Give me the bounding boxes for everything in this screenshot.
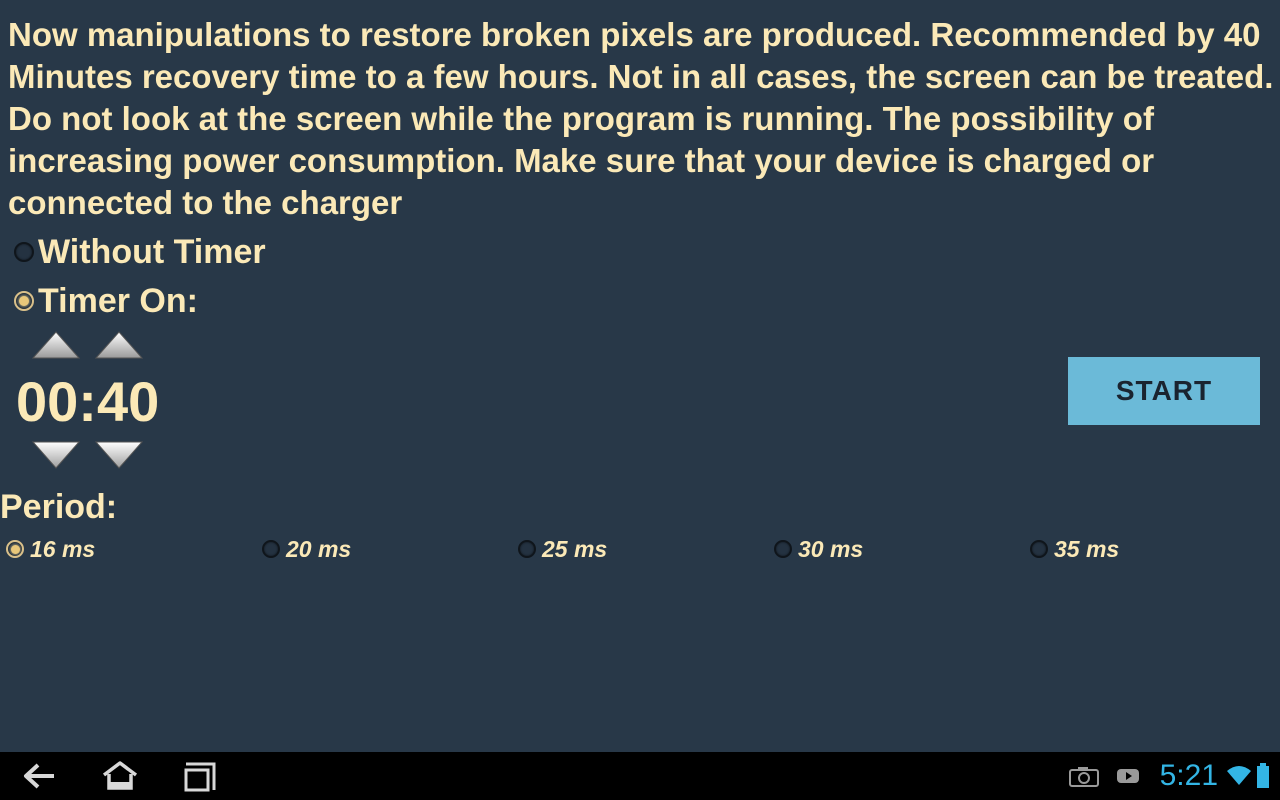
home-icon[interactable] — [96, 758, 144, 794]
timer-minutes[interactable]: 40 — [97, 370, 159, 434]
period-option-label: 35 ms — [1054, 535, 1120, 562]
timer-hours[interactable]: 00 — [16, 370, 78, 434]
minutes-up-arrow-icon[interactable] — [92, 326, 146, 366]
period-radio[interactable] — [1030, 540, 1048, 558]
status-clock: 5:21 — [1159, 759, 1218, 792]
period-option-label: 20 ms — [286, 535, 352, 562]
period-label: Period: — [0, 488, 118, 526]
period-radio[interactable] — [6, 540, 24, 558]
hours-up-arrow-icon[interactable] — [29, 326, 83, 366]
description-text: Now manipulations to restore broken pixe… — [8, 16, 1274, 221]
period-radio[interactable] — [774, 540, 792, 558]
period-option-20[interactable]: 20 ms — [262, 534, 351, 564]
period-options: 16 ms 20 ms 25 ms 30 ms 35 ms — [0, 534, 1280, 564]
status-area[interactable]: 5:21 — [1068, 752, 1270, 800]
period-option-35[interactable]: 35 ms — [1030, 534, 1119, 564]
camera-icon — [1068, 765, 1100, 787]
hours-down-arrow-icon[interactable] — [29, 434, 83, 474]
without-timer-option[interactable]: Without Timer — [14, 230, 266, 274]
period-option-label: 30 ms — [798, 535, 864, 562]
period-option-25[interactable]: 25 ms — [518, 534, 607, 564]
minutes-down-arrow-icon[interactable] — [92, 434, 146, 474]
period-radio[interactable] — [518, 540, 536, 558]
timer-on-radio[interactable] — [14, 291, 34, 311]
period-radio[interactable] — [262, 540, 280, 558]
back-icon[interactable] — [16, 758, 64, 794]
timer-separator: : — [78, 370, 97, 433]
period-option-label: 16 ms — [30, 535, 96, 562]
period-option-label: 25 ms — [542, 535, 608, 562]
period-option-30[interactable]: 30 ms — [774, 534, 863, 564]
period-option-16[interactable]: 16 ms — [6, 534, 95, 564]
timer-display[interactable]: 00 : 40 — [16, 370, 159, 434]
app-root: Now manipulations to restore broken pixe… — [0, 0, 1280, 752]
youtube-icon — [1116, 767, 1140, 785]
start-button[interactable]: START — [1068, 357, 1260, 425]
timer-on-option[interactable]: Timer On: — [14, 279, 198, 323]
without-timer-radio[interactable] — [14, 242, 34, 262]
recent-apps-icon[interactable] — [176, 758, 224, 794]
without-timer-label: Without Timer — [38, 232, 266, 271]
battery-icon — [1256, 763, 1270, 789]
timer-on-label: Timer On: — [38, 281, 198, 320]
system-navbar: 5:21 — [0, 752, 1280, 800]
wifi-icon — [1226, 765, 1252, 787]
